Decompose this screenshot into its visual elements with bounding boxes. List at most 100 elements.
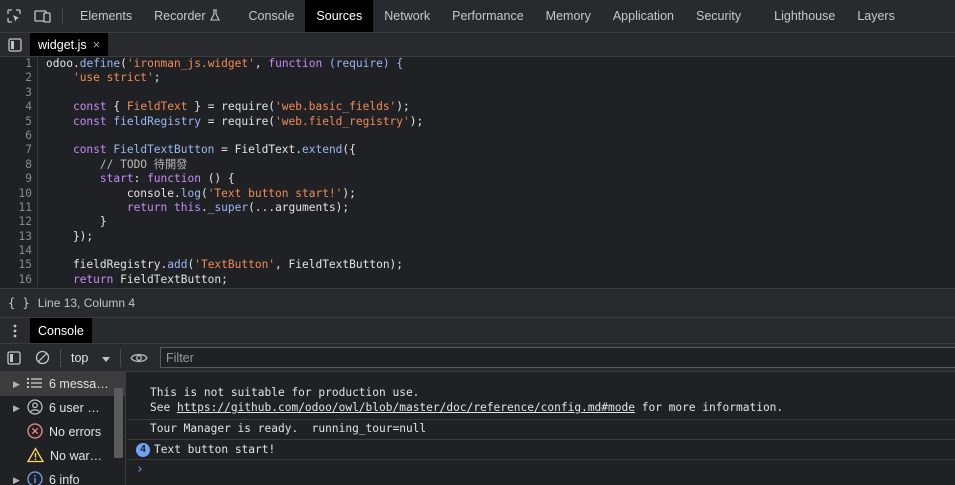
sidebar-item-info[interactable]: ▶ 6 info [0,468,125,485]
code-line[interactable]: 15 fieldRegistry.add('TextButton', Field… [0,258,955,273]
sidebar-item-user-messages[interactable]: ▶ 6 user … [0,396,125,420]
code-token: ); [342,186,356,200]
tab-application[interactable]: Application [602,0,685,32]
expand-arrow-icon[interactable]: ▶ [13,403,21,414]
sidebar-item-warnings[interactable]: No war… [0,444,125,468]
code-token: () { [200,172,235,186]
code-line[interactable]: 3 [0,85,955,101]
code-token: , FieldTextButton); [275,258,404,272]
line-number[interactable]: 4 [0,100,38,115]
code-line[interactable]: 8 // TODO 待開發 [0,157,955,173]
tab-performance[interactable]: Performance [441,0,535,32]
code-token: ({ [342,143,356,157]
code-token: return [126,200,168,214]
line-number[interactable]: 16 [0,272,38,288]
tab-memory[interactable]: Memory [535,0,602,32]
expand-arrow-icon[interactable]: ▶ [13,379,21,390]
toggle-sidebar-icon[interactable] [0,350,28,365]
tab-elements[interactable]: Elements [69,0,143,32]
code-token: 'TextButton' [194,258,276,272]
code-line[interactable]: 13 }); [0,229,955,245]
code-line[interactable]: 4 const { FieldText } = require('web.bas… [0,100,955,115]
code-token: = require( [200,114,276,128]
code-line[interactable]: 14 [0,244,955,259]
more-tools-icon[interactable] [0,318,30,343]
code-token: const [72,143,107,157]
line-number[interactable]: 15 [0,258,38,273]
code-token: define [79,57,121,70]
line-number[interactable]: 10 [0,186,38,201]
code-line[interactable]: 5 const fieldRegistry = require('web.fie… [0,114,955,129]
code-token: , [254,57,269,70]
expand-arrow-icon[interactable]: ▶ [13,475,21,485]
tab-label: Memory [545,9,591,23]
sidebar-item-messages[interactable]: ▶ 6 messa… [0,372,125,396]
code-token: const [72,114,107,128]
config-doc-link[interactable]: https://github.com/odoo/owl/blob/master/… [177,401,635,414]
live-expression-eye-icon[interactable] [125,352,153,364]
editor-status-bar: { } Line 13, Column 4 [0,288,955,318]
code-line[interactable]: 10 console.log('Text button start!'); [0,186,955,201]
message-text-suffix: for more information. [634,400,784,414]
flask-icon [209,8,220,24]
line-number[interactable]: 14 [0,244,38,259]
toggle-navigator-icon[interactable] [0,33,30,56]
tab-label: Application [612,9,674,23]
pretty-print-icon[interactable]: { } [8,296,30,310]
context-selector[interactable]: top [65,351,116,365]
code-line[interactable]: 2 'use strict'; [0,71,955,86]
code-line[interactable]: 7 const FieldTextButton = FieldText.exte… [0,143,955,158]
line-number[interactable]: 6 [0,128,38,144]
filter-input[interactable] [160,347,955,368]
code-token: console. [46,186,181,200]
tab-label: Performance [452,9,524,23]
code-token: _super [207,200,249,214]
clear-console-icon[interactable] [28,350,56,365]
code-token: odoo [46,57,73,70]
inspect-element-icon[interactable] [0,0,28,32]
close-icon[interactable]: × [93,37,101,52]
line-number[interactable]: 12 [0,215,38,230]
tab-lighthouse[interactable]: Lighthouse [763,0,846,32]
tab-label: Security [695,9,742,23]
sidebar-scrollbar[interactable] [114,388,123,458]
line-number[interactable]: 8 [0,157,38,173]
code-token: } = require( [187,100,276,114]
tab-drawer-console[interactable]: Console [30,318,92,343]
tab-recorder[interactable]: Recorder [143,0,237,32]
code-line[interactable]: 11 return this._super(...arguments); [0,200,955,216]
code-token: (require) { [322,57,404,70]
sidebar-item-errors[interactable]: No errors [0,420,125,444]
device-toolbar-icon[interactable] [28,0,56,32]
cursor-position: Line 13, Column 4 [37,296,136,310]
code-token: function [268,57,323,70]
code-line[interactable]: 1 odoo.define('ironman_js.widget', functi… [0,57,955,72]
line-number[interactable]: 3 [0,85,38,101]
code-line[interactable]: 9 start: function () { [0,172,955,187]
tab-security[interactable]: Security [685,0,763,32]
console-message: 4 Text button start! [127,440,955,461]
line-number[interactable]: 11 [0,200,38,216]
line-number[interactable]: 7 [0,143,38,158]
code-token: ( [120,57,127,70]
file-tab-widget-js[interactable]: widget.js × [30,33,109,56]
tab-console[interactable]: Console [238,0,306,32]
code-line[interactable]: 16 return FieldTextButton; [0,272,955,288]
line-number[interactable]: 2 [0,71,38,86]
tab-network[interactable]: Network [373,0,441,32]
line-number[interactable]: 1 [0,57,38,72]
code-line[interactable]: 12 } [0,215,955,230]
message-text: See https://github.com/odoo/owl/blob/mas… [127,401,955,416]
line-number[interactable]: 5 [0,114,38,129]
tab-sources[interactable]: Sources [305,0,374,32]
line-number[interactable]: 9 [0,172,38,187]
code-editor[interactable]: 1 odoo.define('ironman_js.widget', functi… [0,57,955,288]
line-number[interactable]: 13 [0,229,38,245]
console-prompt[interactable]: › [127,460,955,478]
code-text: }); [46,230,93,244]
code-line[interactable]: 6 [0,128,955,144]
tab-layers[interactable]: Layers [846,0,906,32]
